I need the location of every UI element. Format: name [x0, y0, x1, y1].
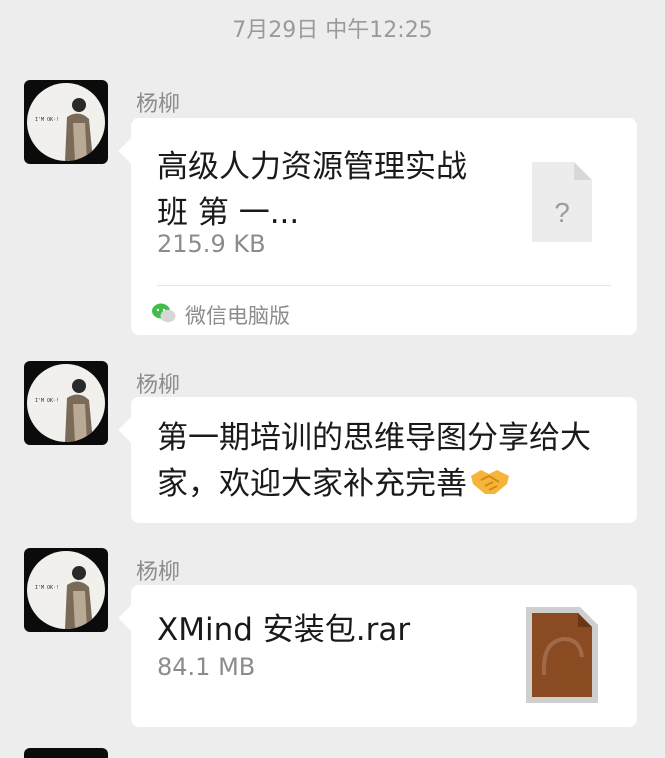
- handshake-emoji-icon: [469, 463, 511, 509]
- source-label: 微信电脑版: [185, 304, 290, 328]
- file-card[interactable]: 高级人力资源管理实战班 第 一... 215.9 KB ? 微信电脑版: [118, 118, 637, 335]
- sender-name: 杨柳: [136, 92, 181, 117]
- file-card[interactable]: XMind 安装包.rar 84.1 MB: [118, 585, 637, 727]
- avatar[interactable]: I'M OK·!: [24, 361, 108, 445]
- file-name: XMind 安装包.rar: [157, 612, 411, 648]
- bubble-tail: [118, 417, 144, 443]
- file-size: 84.1 MB: [157, 653, 256, 681]
- card-divider: [157, 285, 611, 286]
- avatar-caption: I'M OK·!: [35, 585, 60, 591]
- file-source: 微信电脑版: [151, 300, 290, 330]
- rar-archive-icon: [524, 605, 600, 709]
- file-size: 215.9 KB: [157, 230, 266, 258]
- avatar[interactable]: [24, 748, 108, 758]
- bubble-tail: [118, 138, 144, 164]
- file-name: 高级人力资源管理实战班 第 一...: [157, 149, 467, 231]
- chat-timestamp: 7月29日 中午12:25: [232, 18, 433, 43]
- svg-text:?: ?: [554, 197, 570, 228]
- wechat-icon: [151, 302, 177, 329]
- bubble-tail: [118, 605, 144, 631]
- message-text: 第一期培训的思维导图分享给大家，欢迎大家补充完善: [157, 415, 607, 509]
- avatar[interactable]: I'M OK·!: [24, 548, 108, 632]
- avatar[interactable]: I'M OK·!: [24, 80, 108, 164]
- text-bubble[interactable]: 第一期培训的思维导图分享给大家，欢迎大家补充完善: [118, 397, 637, 523]
- unknown-file-icon: ?: [532, 162, 592, 246]
- sender-name: 杨柳: [136, 560, 181, 585]
- avatar-caption: I'M OK·!: [35, 398, 60, 404]
- avatar-caption: I'M OK·!: [35, 117, 60, 123]
- sender-name: 杨柳: [136, 373, 181, 398]
